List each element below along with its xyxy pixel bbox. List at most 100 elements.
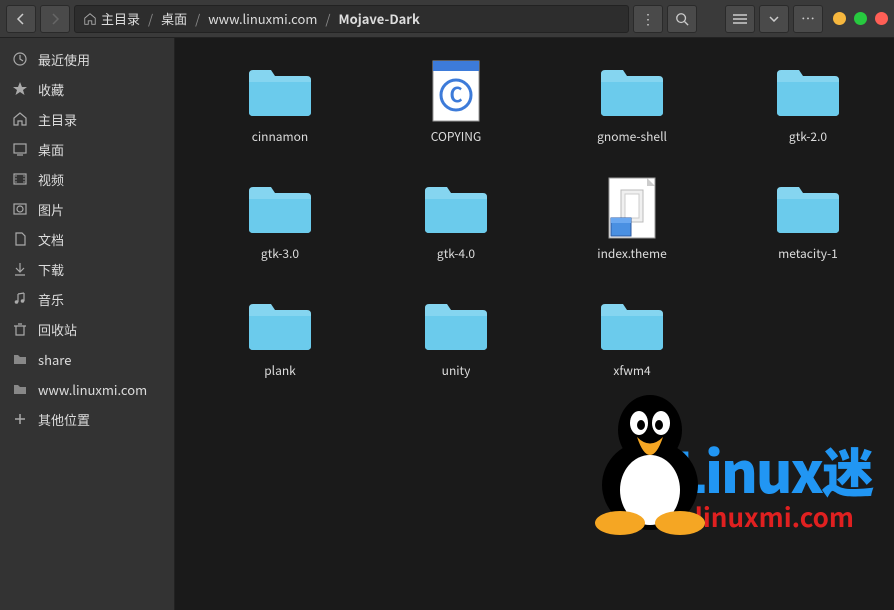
file-label: xfwm4 [613,362,650,379]
more-vertical-button[interactable]: ⋮ [633,5,663,33]
watermark-logo: Linux迷 [674,429,874,510]
menu-button[interactable]: ⋯ [793,5,823,33]
file-label: gnome-shell [597,128,667,145]
view-dropdown-button[interactable] [759,5,789,33]
maximize-button[interactable] [854,12,867,25]
documents-icon [12,231,28,247]
sidebar-item-label: 视频 [38,170,64,189]
file-item[interactable]: plank [195,288,365,385]
minimize-button[interactable] [833,12,846,25]
sidebar-item-label: 收藏 [38,80,64,99]
sidebar-item-label: 图片 [38,200,64,219]
titlebar: 主目录 / 桌面 / www.linuxmi.com / Mojave-Dark… [0,0,894,38]
list-view-button[interactable] [725,5,755,33]
folder-icon [596,294,668,356]
list-icon [733,13,747,25]
breadcrumb-separator: / [144,9,157,28]
sidebar-item-label: 主目录 [38,110,77,129]
breadcrumb-segment[interactable]: 桌面 [159,9,189,28]
breadcrumb-separator: / [321,9,334,28]
search-button[interactable] [667,5,697,33]
chevron-left-icon [15,13,27,25]
breadcrumb-segment-current[interactable]: Mojave-Dark [337,9,422,28]
sidebar-item-clock[interactable]: 最近使用 [0,44,174,74]
file-label: cinnamon [252,128,309,145]
folder-icon [12,351,28,367]
breadcrumb-segment[interactable]: 主目录 [99,9,142,28]
video-icon [12,171,28,187]
content-area[interactable]: cinnamon COPYING gnome-shell gtk-2.0 gtk-3.0… [175,38,894,610]
folder-icon [772,60,844,122]
file-label: unity [442,362,471,379]
file-item[interactable]: gtk-2.0 [723,54,893,151]
folder-icon [420,294,492,356]
file-label: plank [264,362,296,379]
star-icon [12,81,28,97]
file-icon [420,60,492,122]
download-icon [12,261,28,277]
watermark-url: www.linuxmi.com [621,498,854,535]
sidebar-item-label: 音乐 [38,290,64,309]
file-item[interactable]: gnome-shell [547,54,717,151]
tux-penguin-icon [585,385,715,535]
sidebar-item-label: 回收站 [38,320,77,339]
home-icon [83,12,97,26]
trash-icon [12,321,28,337]
file-item[interactable]: unity [371,288,541,385]
breadcrumb[interactable]: 主目录 / 桌面 / www.linuxmi.com / Mojave-Dark [74,5,629,33]
sidebar-item-label: 其他位置 [38,410,90,429]
file-label: COPYING [431,128,481,145]
watermark-text: Linux [674,429,822,510]
file-item[interactable]: gtk-3.0 [195,171,365,268]
forward-button[interactable] [40,5,70,33]
sidebar-item-home[interactable]: 主目录 [0,104,174,134]
file-grid: cinnamonCOPYINGgnome-shellgtk-2.0gtk-3.0… [195,54,874,385]
sidebar-item-video[interactable]: 视频 [0,164,174,194]
folder-icon [596,60,668,122]
file-item[interactable]: xfwm4 [547,288,717,385]
folder-icon [244,294,316,356]
sidebar-item-folder[interactable]: share [0,344,174,374]
folder-icon [244,177,316,239]
sidebar-item-label: 最近使用 [38,50,90,69]
chevron-right-icon [49,13,61,25]
folder-icon [420,177,492,239]
close-button[interactable] [875,12,888,25]
file-label: index.theme [597,245,666,262]
file-icon [596,177,668,239]
music-icon [12,291,28,307]
sidebar-item-plus[interactable]: 其他位置 [0,404,174,434]
folder-icon [244,60,316,122]
back-button[interactable] [6,5,36,33]
search-icon [675,12,689,26]
file-label: gtk-3.0 [261,245,299,262]
file-item[interactable]: cinnamon [195,54,365,151]
sidebar: 最近使用收藏主目录桌面视频图片文档下载音乐回收站 share www.linuxmi… [0,38,175,610]
sidebar-item-pictures[interactable]: 图片 [0,194,174,224]
desktop-icon [12,141,28,157]
sidebar-item-label: 桌面 [38,140,64,159]
sidebar-item-download[interactable]: 下载 [0,254,174,284]
file-label: gtk-4.0 [437,245,475,262]
clock-icon [12,51,28,67]
window-body: 最近使用收藏主目录桌面视频图片文档下载音乐回收站 share www.linuxmi… [0,38,894,610]
sidebar-item-label: share [38,350,71,369]
file-item[interactable]: COPYING [371,54,541,151]
breadcrumb-separator: / [191,9,204,28]
sidebar-item-label: 下载 [38,260,64,279]
sidebar-item-documents[interactable]: 文档 [0,224,174,254]
sidebar-item-desktop[interactable]: 桌面 [0,134,174,164]
folder-icon [772,177,844,239]
sidebar-item-star[interactable]: 收藏 [0,74,174,104]
dots-vertical-icon: ⋮ [641,9,655,29]
sidebar-item-trash[interactable]: 回收站 [0,314,174,344]
sidebar-item-label: 文档 [38,230,64,249]
window-controls [833,12,888,25]
file-item[interactable]: metacity-1 [723,171,893,268]
watermark-cn: 迷 [822,432,874,507]
sidebar-item-folder[interactable]: www.linuxmi.com [0,374,174,404]
sidebar-item-music[interactable]: 音乐 [0,284,174,314]
file-item[interactable]: gtk-4.0 [371,171,541,268]
breadcrumb-segment[interactable]: www.linuxmi.com [206,9,319,28]
file-item[interactable]: index.theme [547,171,717,268]
